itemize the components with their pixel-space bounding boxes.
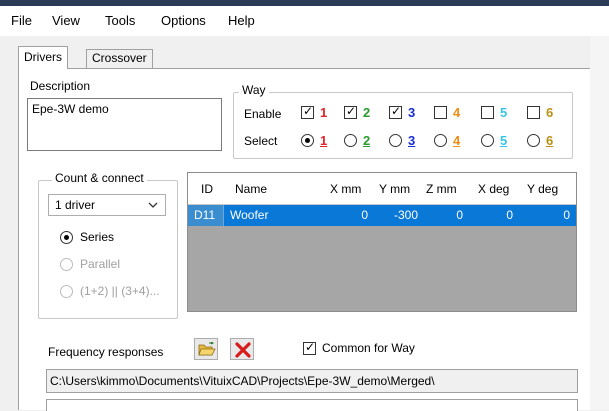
col-name: Name [235,182,268,196]
cell-id: D11 [194,208,216,222]
menu-tools[interactable]: Tools [105,13,135,28]
cell-y-deg: 0 [563,208,570,222]
frequency-path-field[interactable]: C:\Users\kimmo\Documents\VituixCAD\Proje… [46,369,578,393]
cell-x-deg: 0 [506,208,513,222]
common-for-way-checkbox[interactable]: ✓ [303,340,316,355]
col-x-deg: X deg [478,182,510,196]
menu-file[interactable]: File [11,13,32,28]
cell-name: Woofer [230,208,269,222]
table-header: ID Name X mm Y mm Z mm X deg Y deg [188,173,576,205]
way-group [233,92,573,159]
combo-connect-radio[interactable] [60,285,73,298]
way-1-select-radio[interactable] [301,134,314,147]
way-6-select-number: 6 [546,133,554,148]
way-group-title: Way [239,83,269,97]
enable-label: Enable [244,107,282,121]
delete-button[interactable] [230,338,254,360]
way-2-select-radio[interactable] [344,134,357,147]
way-4-enable-number: 4 [453,105,461,120]
cell-z-mm: 0 [456,208,463,222]
combo-connect-label: (1+2) || (3+4)... [80,284,160,298]
way-4-enable-checkbox[interactable] [434,106,447,119]
chevron-down-icon [148,202,158,208]
series-label: Series [80,230,115,244]
way-4-select-radio[interactable] [434,134,447,147]
frequency-label: Frequency responses [48,345,164,359]
way-5-enable-checkbox[interactable] [481,106,494,119]
table-row[interactable]: D11 Woofer 0 -300 0 0 0 [188,205,576,226]
way-3-enable-number: 3 [408,105,416,120]
checkmark-icon: ✓ [303,104,314,118]
cell-x-mm: 0 [361,208,368,222]
drivers-table[interactable]: ID Name X mm Y mm Z mm X deg Y deg D11 W… [187,172,577,312]
way-1-enable-checkbox[interactable]: ✓ [301,104,314,119]
menu-help[interactable]: Help [228,13,255,28]
way-5-select-number: 5 [500,133,508,148]
way-2-enable-number: 2 [363,105,371,120]
way-2-select-number: 2 [363,133,371,148]
col-y-mm: Y mm [379,182,411,196]
checkmark-icon: ✓ [391,104,402,118]
way-3-select-radio[interactable] [389,134,402,147]
driver-count-select[interactable]: 1 driver [48,194,166,216]
red-x-delete-icon [235,342,251,358]
menu-view[interactable]: View [52,13,80,28]
checkmark-icon: ✓ [305,340,316,354]
way-5-select-radio[interactable] [481,134,494,147]
col-z-mm: Z mm [426,182,457,196]
description-input[interactable]: Epe-3W demo [27,98,222,151]
way-6-enable-checkbox[interactable] [527,106,540,119]
folder-open-icon [198,342,216,356]
open-folder-button[interactable] [194,338,218,360]
parallel-label: Parallel [80,257,121,271]
side-panel-edge [590,36,609,410]
col-x-mm: X mm [330,182,362,196]
way-1-select-number: 1 [320,133,328,148]
way-6-enable-number: 6 [546,105,554,120]
tab-drivers[interactable]: Drivers [18,46,68,69]
driver-count-value: 1 driver [55,198,96,212]
way-5-enable-number: 5 [500,105,508,120]
series-radio[interactable] [60,231,73,244]
checkmark-icon: ✓ [346,104,357,118]
select-label: Select [244,134,278,148]
count-connect-title: Count & connect [52,171,147,185]
way-3-select-number: 3 [408,133,416,148]
frequency-file-list[interactable] [46,399,578,411]
tab-crossover[interactable]: Crossover [86,49,153,68]
col-id: ID [201,182,213,196]
menu-bar: File View Tools Options Help [0,6,609,36]
description-label: Description [30,79,91,93]
menu-options[interactable]: Options [161,13,206,28]
parallel-radio[interactable] [60,258,73,271]
way-6-select-radio[interactable] [527,134,540,147]
col-y-deg: Y deg [527,182,559,196]
way-4-select-number: 4 [453,133,461,148]
way-2-enable-checkbox[interactable]: ✓ [344,104,357,119]
common-for-way-label: Common for Way [322,341,415,355]
way-3-enable-checkbox[interactable]: ✓ [389,104,402,119]
way-1-enable-number: 1 [320,105,328,120]
tab-strip: Drivers Crossover [0,36,609,69]
cell-y-mm: -300 [393,208,418,222]
